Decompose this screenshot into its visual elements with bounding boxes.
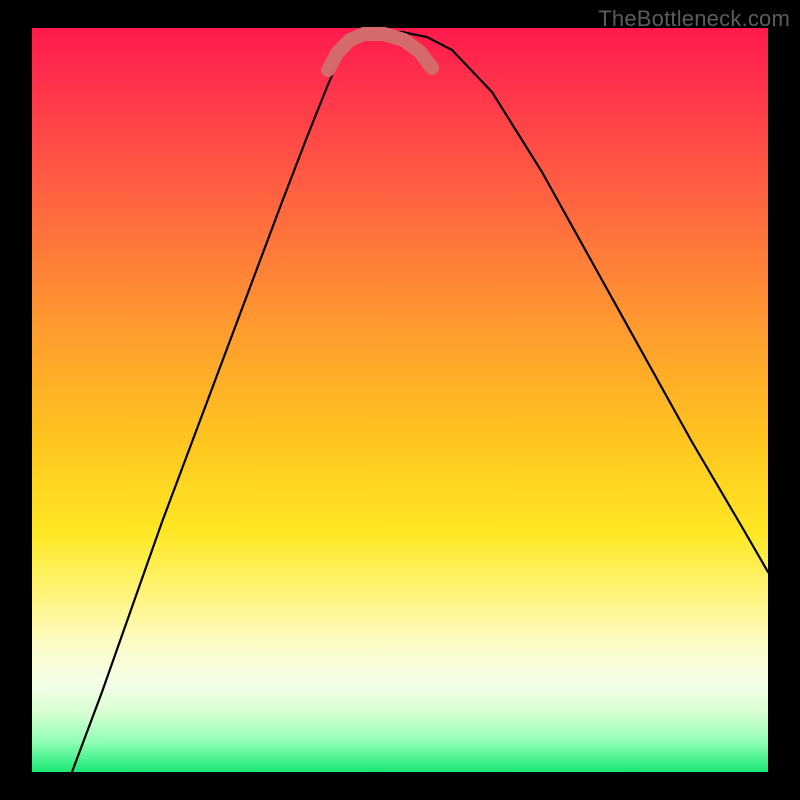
chart-frame: TheBottleneck.com	[0, 0, 800, 800]
highlight-segment	[328, 34, 432, 70]
chart-svg	[32, 28, 768, 772]
chart-plot-area	[32, 28, 768, 772]
watermark-text: TheBottleneck.com	[598, 6, 790, 32]
bottleneck-curve	[72, 32, 768, 772]
